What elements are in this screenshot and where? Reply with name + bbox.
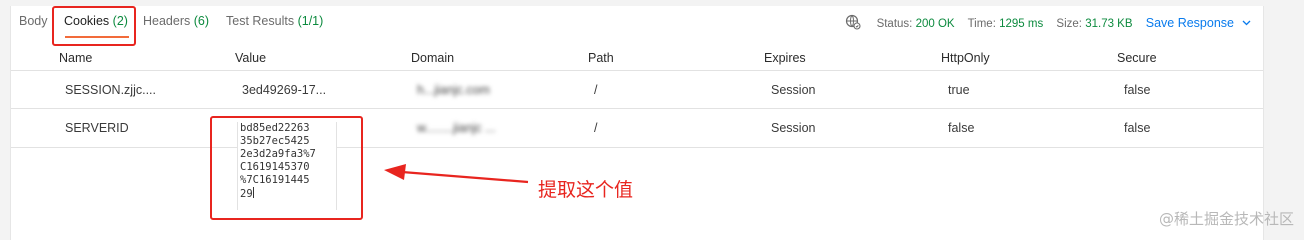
arrow-left-icon [384,164,529,184]
save-response-button[interactable]: Save Response [1146,16,1251,30]
column-header-expires: Expires [764,51,806,65]
cell-expires: Session [771,121,816,135]
column-header-value: Value [235,51,267,65]
cell-value: 3ed49269-17... [242,83,327,97]
column-header-secure: Secure [1117,51,1157,65]
chevron-down-icon [1242,15,1251,29]
cell-path: / [594,83,598,97]
cell-httponly: true [948,83,970,97]
response-tabbar: Body Cookies (2) Headers (6) Test Result… [11,6,1263,40]
cell-name: SESSION.zjjc.... [65,83,156,97]
tab-count: (1/1) [297,14,324,28]
tab-headers[interactable]: Headers (6) [143,14,209,28]
cell-domain: h...jianjc.com [417,83,490,97]
highlight-box-cookies-tab [52,6,136,46]
cell-name: SERVERID [65,121,129,135]
table-row[interactable]: SERVERID w........jianjc ... / Session f… [11,109,1263,148]
response-status-bar: Status: 200 OK Time: 1295 ms Size: 31.73… [845,14,1251,33]
tab-body[interactable]: Body [19,14,48,28]
cookies-table-header: Name Value Domain Path Expires HttpOnly … [11,44,1263,71]
table-row[interactable]: SESSION.zjjc.... 3ed49269-17... h...jian… [11,71,1263,109]
status-code: Status: 200 OK [876,18,955,30]
column-header-httponly: HttpOnly [941,51,990,65]
response-time: Time: 1295 ms [967,18,1044,30]
tab-test-results[interactable]: Test Results (1/1) [226,14,323,28]
cell-expires: Session [771,83,816,97]
cell-path: / [594,121,598,135]
watermark: @稀土掘金技术社区 [1158,210,1294,228]
response-size: Size: 31.73 KB [1056,18,1133,30]
annotation-label: 提取这个值 [538,179,634,201]
column-header-name: Name [59,51,93,65]
cell-httponly: false [948,121,975,135]
globe-icon[interactable] [845,14,861,33]
cell-domain: w........jianjc ... [417,121,496,135]
highlight-box-value [210,116,363,220]
cell-secure: false [1124,83,1151,97]
column-header-domain: Domain [411,51,455,65]
tab-count: (6) [193,14,210,28]
response-panel: Body Cookies (2) Headers (6) Test Result… [10,6,1264,240]
cell-secure: false [1124,121,1151,135]
column-header-path: Path [588,51,614,65]
